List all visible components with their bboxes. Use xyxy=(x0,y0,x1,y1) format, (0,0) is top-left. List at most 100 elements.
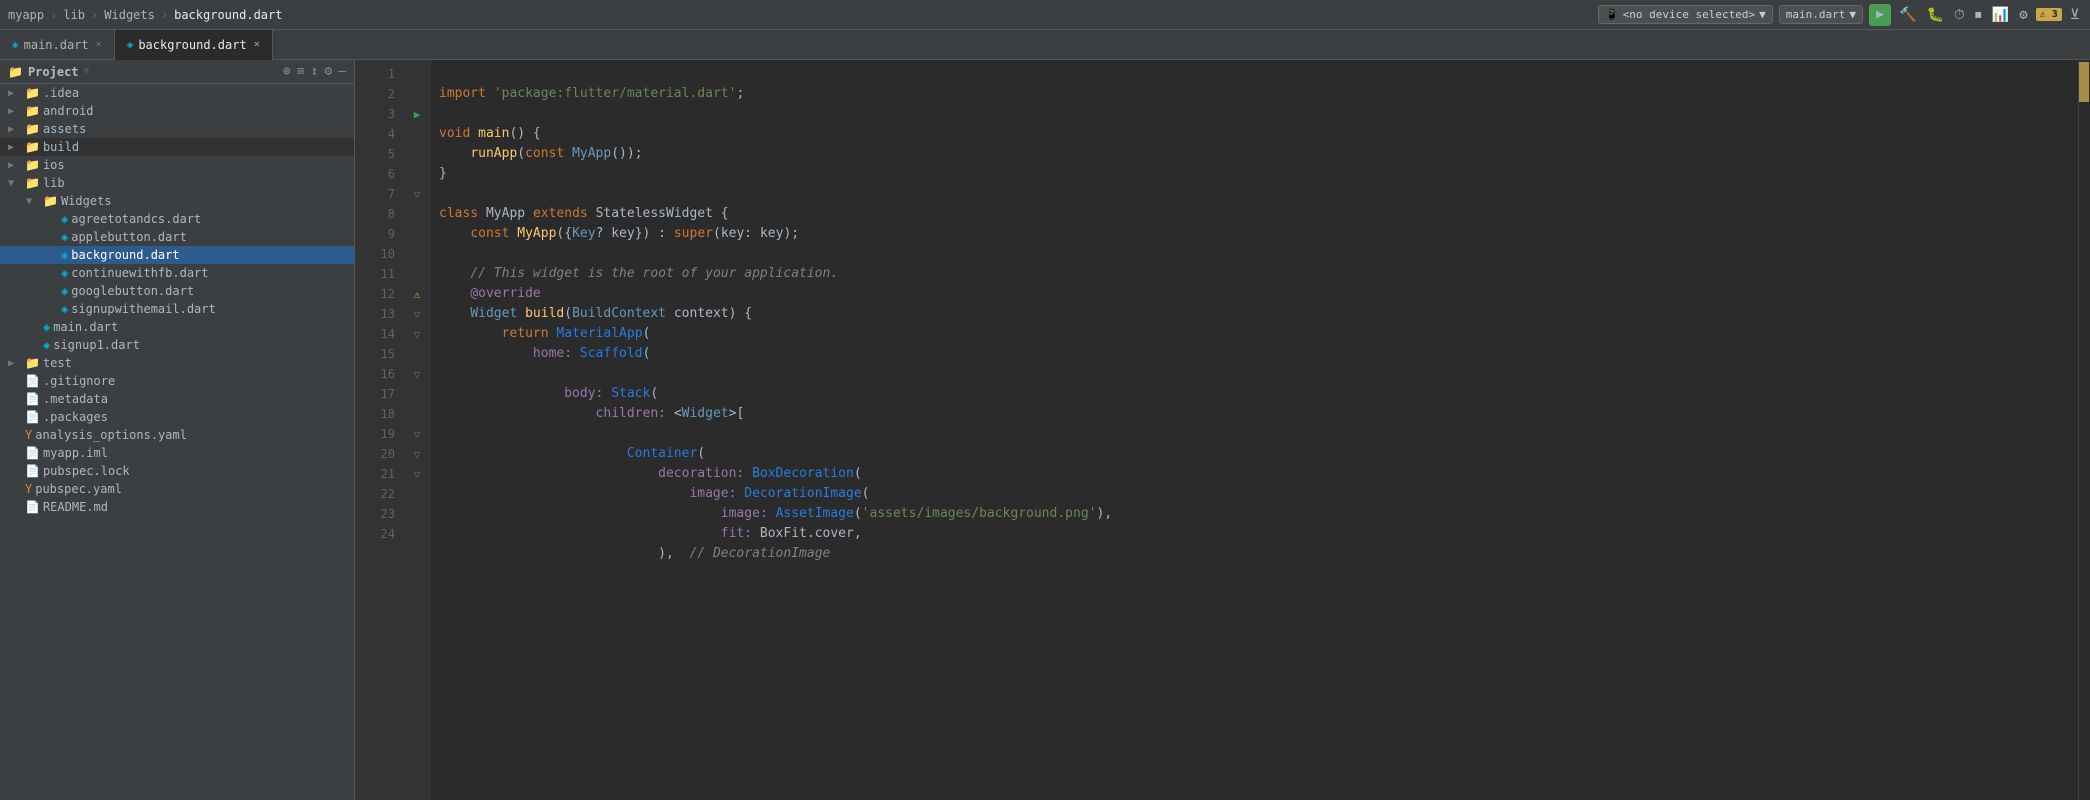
gutter-21-fold[interactable]: ▽ xyxy=(403,464,431,484)
gutter-19-fold[interactable]: ▽ xyxy=(403,424,431,444)
run-file-selector[interactable]: main.dart ▼ xyxy=(1779,5,1863,24)
dart-icon-agreetotandcs: ◈ xyxy=(61,212,68,226)
sidebar-item-build[interactable]: ▶ 📁 build xyxy=(0,138,354,156)
sidebar-item-lib[interactable]: ▼ 📁 lib xyxy=(0,174,354,192)
line-7: class MyApp extends StatelessWidget { xyxy=(439,206,729,221)
breadcrumb-myapp[interactable]: myapp xyxy=(8,8,44,22)
line-3: void main() { xyxy=(439,126,541,141)
sidebar-item-background[interactable]: ◈ background.dart xyxy=(0,246,354,264)
line-16: body: Stack( xyxy=(439,386,658,401)
sidebar-item-metadata[interactable]: 📄 .metadata xyxy=(0,390,354,408)
line-12: Widget build(BuildContext context) { xyxy=(439,306,752,321)
breadcrumb-lib[interactable]: lib xyxy=(63,8,85,22)
build-icon[interactable]: 🔨 xyxy=(1897,5,1918,25)
gutter-22 xyxy=(403,484,431,504)
gutter-13-fold[interactable]: ▽ xyxy=(403,304,431,324)
gutter-20-fold[interactable]: ▽ xyxy=(403,444,431,464)
sidebar-item-gitignore[interactable]: 📄 .gitignore xyxy=(0,372,354,390)
breadcrumb-widgets[interactable]: Widgets xyxy=(104,8,155,22)
settings-icon-sidebar[interactable]: ⚙ xyxy=(324,64,332,79)
gutter-7-fold[interactable]: ▽ xyxy=(403,184,431,204)
dart-icon-continuewithfb: ◈ xyxy=(61,266,68,280)
code-content[interactable]: import 'package:flutter/material.dart'; … xyxy=(431,60,2078,800)
sidebar-item-ios[interactable]: ▶ 📁 ios xyxy=(0,156,354,174)
tab-label-background: background.dart xyxy=(138,38,246,52)
gutter-6 xyxy=(403,164,431,184)
code-editor[interactable]: 1 2 3 4 5 6 7 8 9 10 11 12 13 14 15 16 1… xyxy=(355,60,2090,800)
sidebar-item-packages[interactable]: 📄 .packages xyxy=(0,408,354,426)
sidebar-item-pubspec-lock[interactable]: 📄 pubspec.lock xyxy=(0,462,354,480)
breadcrumb-file[interactable]: background.dart xyxy=(174,8,282,22)
line-10: // This widget is the root of your appli… xyxy=(439,266,838,281)
sidebar-item-analysis-options[interactable]: Y analysis_options.yaml xyxy=(0,426,354,444)
expand-icon[interactable]: ⊻ xyxy=(2068,5,2082,25)
sidebar-item-readme[interactable]: 📄 README.md xyxy=(0,498,354,516)
sidebar-label-assets: assets xyxy=(43,122,86,136)
tab-close-main[interactable]: ✕ xyxy=(96,39,102,50)
collapse-icon[interactable]: ≡ xyxy=(297,64,305,79)
sidebar-label-applebutton: applebutton.dart xyxy=(71,230,187,244)
profile-icon[interactable]: ⏱ xyxy=(1952,5,1967,25)
gutter-17 xyxy=(403,384,431,404)
arrow-test: ▶ xyxy=(8,358,22,369)
sidebar-item-pubspec-yaml[interactable]: Y pubspec.yaml xyxy=(0,480,354,498)
sidebar-item-test[interactable]: ▶ 📁 test xyxy=(0,354,354,372)
dart-icon-background: ◈ xyxy=(61,248,68,262)
gutter-16-fold[interactable]: ▽ xyxy=(403,364,431,384)
sidebar-item-widgets[interactable]: ▼ 📁 Widgets xyxy=(0,192,354,210)
tab-background-dart[interactable]: ◈ background.dart ✕ xyxy=(115,30,273,60)
sidebar-item-agreetotandcs[interactable]: ◈ agreetotandcs.dart xyxy=(0,210,354,228)
gutter-12-warning[interactable]: ⚠ xyxy=(403,284,431,304)
arrow-build: ▶ xyxy=(8,142,22,153)
debug-icon[interactable]: 🐛 xyxy=(1924,5,1945,25)
tab-close-background[interactable]: ✕ xyxy=(254,39,260,50)
sidebar-label-idea: .idea xyxy=(43,86,79,100)
sidebar-item-continuewithfb[interactable]: ◈ continuewithfb.dart xyxy=(0,264,354,282)
line-5: } xyxy=(439,166,447,181)
sidebar-item-applebutton[interactable]: ◈ applebutton.dart xyxy=(0,228,354,246)
folder-ios-icon: 📁 xyxy=(25,158,40,172)
chevron-down-icon: ▼ xyxy=(1759,8,1766,21)
sidebar-label-readme: README.md xyxy=(43,500,108,514)
settings-icon[interactable]: ⚙ xyxy=(2017,5,2029,25)
run-button[interactable]: ▶ xyxy=(1869,4,1891,26)
sidebar-item-android[interactable]: ▶ 📁 android xyxy=(0,102,354,120)
icon-analysis-options: Y xyxy=(25,428,32,442)
device-selector[interactable]: 📱 <no device selected> ▼ xyxy=(1598,5,1773,24)
dart-file-icon-bg: ◈ xyxy=(127,38,134,51)
sidebar-label-test: test xyxy=(43,356,72,370)
gutter-1 xyxy=(403,64,431,84)
sidebar-item-idea[interactable]: ▶ 📁 .idea xyxy=(0,84,354,102)
arrow-ios: ▶ xyxy=(8,160,22,171)
sidebar-label-widgets: Widgets xyxy=(61,194,112,208)
sidebar-tree: ▶ 📁 .idea ▶ 📁 android ▶ 📁 assets ▶ 📁 bui… xyxy=(0,84,354,800)
sidebar-item-main[interactable]: ◈ main.dart xyxy=(0,318,354,336)
sidebar-item-googlebutton[interactable]: ◈ googlebutton.dart xyxy=(0,282,354,300)
sidebar-title-label: Project xyxy=(28,65,79,79)
sidebar-item-assets[interactable]: ▶ 📁 assets xyxy=(0,120,354,138)
tab-main-dart[interactable]: ◈ main.dart ✕ xyxy=(0,30,115,60)
stop-icon[interactable]: ⏹ xyxy=(1973,5,1984,25)
gutter-3-run[interactable]: ▶ xyxy=(403,104,431,124)
line-21: image: DecorationImage( xyxy=(439,486,869,501)
minimize-icon[interactable]: — xyxy=(338,64,346,79)
sidebar-title: 📁 Project ▼ xyxy=(8,65,90,79)
coverage-icon[interactable]: 📊 xyxy=(1990,5,2011,25)
add-icon[interactable]: ⊕ xyxy=(283,64,291,79)
icon-gitignore: 📄 xyxy=(25,374,40,388)
dart-icon-signup1: ◈ xyxy=(43,338,50,352)
sidebar-label-signup1: signup1.dart xyxy=(53,338,140,352)
sidebar-item-myapp-iml[interactable]: 📄 myapp.iml xyxy=(0,444,354,462)
sort-icon[interactable]: ↕ xyxy=(311,64,319,79)
sidebar-item-signupwithemail[interactable]: ◈ signupwithemail.dart xyxy=(0,300,354,318)
arrow-android: ▶ xyxy=(8,106,22,117)
gutter-11 xyxy=(403,264,431,284)
line-13: return MaterialApp( xyxy=(439,326,650,341)
dart-icon-signupwithemail: ◈ xyxy=(61,302,68,316)
gutter-14-fold[interactable]: ▽ xyxy=(403,324,431,344)
sidebar-item-signup1[interactable]: ◈ signup1.dart xyxy=(0,336,354,354)
warning-badge[interactable]: ⚠ 3 xyxy=(2036,8,2062,21)
dart-icon-applebutton: ◈ xyxy=(61,230,68,244)
sidebar-label-analysis-options: analysis_options.yaml xyxy=(35,428,187,442)
sidebar-label-signupwithemail: signupwithemail.dart xyxy=(71,302,216,316)
